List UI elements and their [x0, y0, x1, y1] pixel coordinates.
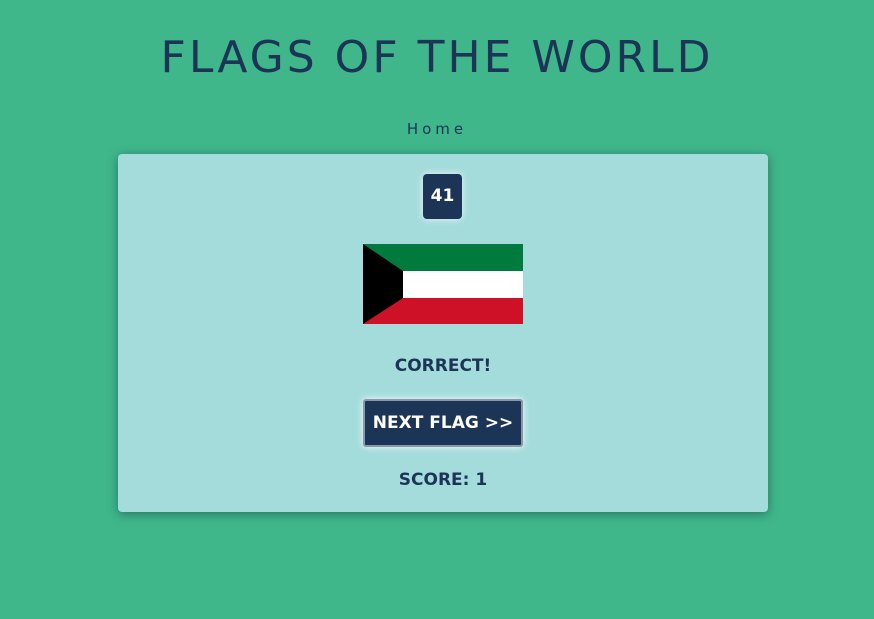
- result-text: CORRECT!: [394, 356, 492, 376]
- kuwait-flag-image: [363, 244, 523, 324]
- score-text: SCORE: 1: [398, 470, 488, 490]
- page-title: FLAGS OF THE WORLD: [160, 32, 714, 83]
- nav-home-link[interactable]: Home: [0, 119, 874, 139]
- game-card: 41 CORRECT! NEXT FLAG >> SCORE: 1: [118, 154, 768, 512]
- flag-number-badge: 41: [423, 174, 462, 219]
- next-flag-button[interactable]: NEXT FLAG >>: [363, 399, 523, 447]
